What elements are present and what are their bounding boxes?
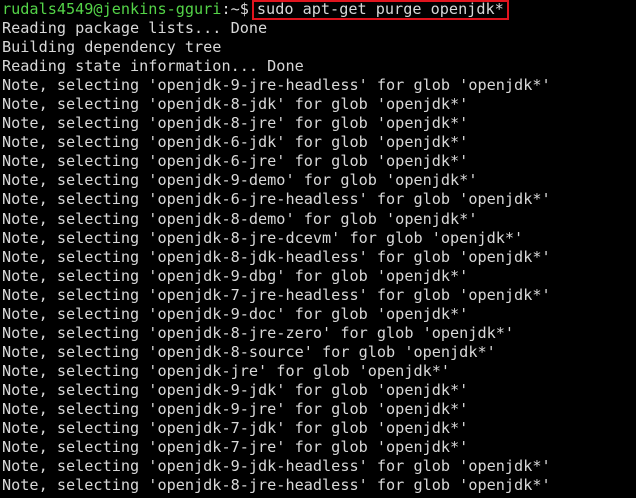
prompt-line: rudals4549@jenkins-gguri:~$ sudo apt-get …	[2, 0, 509, 20]
output-line: Note, selecting 'openjdk-8-source' for g…	[2, 343, 496, 361]
output-line: Note, selecting 'openjdk-8-jre-zero' for…	[2, 324, 515, 342]
output-line: Note, selecting 'openjdk-6-jre' for glob…	[2, 152, 469, 170]
output-line: Note, selecting 'openjdk-8-jre' for glob…	[2, 114, 469, 132]
output-line: Note, selecting 'openjdk-7-jre' for glob…	[2, 438, 469, 456]
output-line: Note, selecting 'openjdk-6-jdk' for glob…	[2, 133, 469, 151]
output-line: Note, selecting 'openjdk-9-doc' for glob…	[2, 305, 469, 323]
output-line: Note, selecting 'openjdk-9-jre' for glob…	[2, 400, 469, 418]
output-line: Note, selecting 'openjdk-9-demo' for glo…	[2, 171, 478, 189]
output-line: Note, selecting 'openjdk-7-jdk' for glob…	[2, 419, 469, 437]
output-line: Note, selecting 'openjdk-9-jdk' for glob…	[2, 381, 469, 399]
output-line: Reading package lists... Done	[2, 19, 268, 37]
output-line: Note, selecting 'openjdk-8-jre-dcevm' fo…	[2, 229, 524, 247]
output-line: Note, selecting 'openjdk-9-jdk-headless'…	[2, 457, 551, 475]
output-line: Note, selecting 'openjdk-9-dbg' for glob…	[2, 267, 469, 285]
highlighted-command: sudo apt-get purge openjdk*	[251, 0, 509, 20]
output-line: Note, selecting 'openjdk-8-jdk-headless'…	[2, 248, 551, 266]
prompt-user-host: rudals4549@jenkins-gguri	[2, 0, 222, 18]
output-line: Note, selecting 'openjdk-9-jre-headless'…	[2, 76, 551, 94]
output-line: Note, selecting 'openjdk-8-demo' for glo…	[2, 210, 478, 228]
terminal-window[interactable]: rudals4549@jenkins-gguri:~$ sudo apt-get …	[0, 0, 636, 498]
prompt-separator: :	[221, 0, 231, 18]
output-line: Note, selecting 'openjdk-8-jdk' for glob…	[2, 95, 469, 113]
output-line: Reading state information... Done	[2, 57, 304, 75]
output-line: Note, selecting 'openjdk-6-jre-headless'…	[2, 190, 551, 208]
output-line: Note, selecting 'openjdk-7-jre-headless'…	[2, 286, 551, 304]
output-line: Building dependency tree	[2, 38, 222, 56]
output-line: Note, selecting 'openjdk-8-jre-headless'…	[2, 476, 551, 494]
prompt-path: ~$	[230, 0, 249, 18]
output-line: Note, selecting 'openjdk-jre' for glob '…	[2, 362, 451, 380]
